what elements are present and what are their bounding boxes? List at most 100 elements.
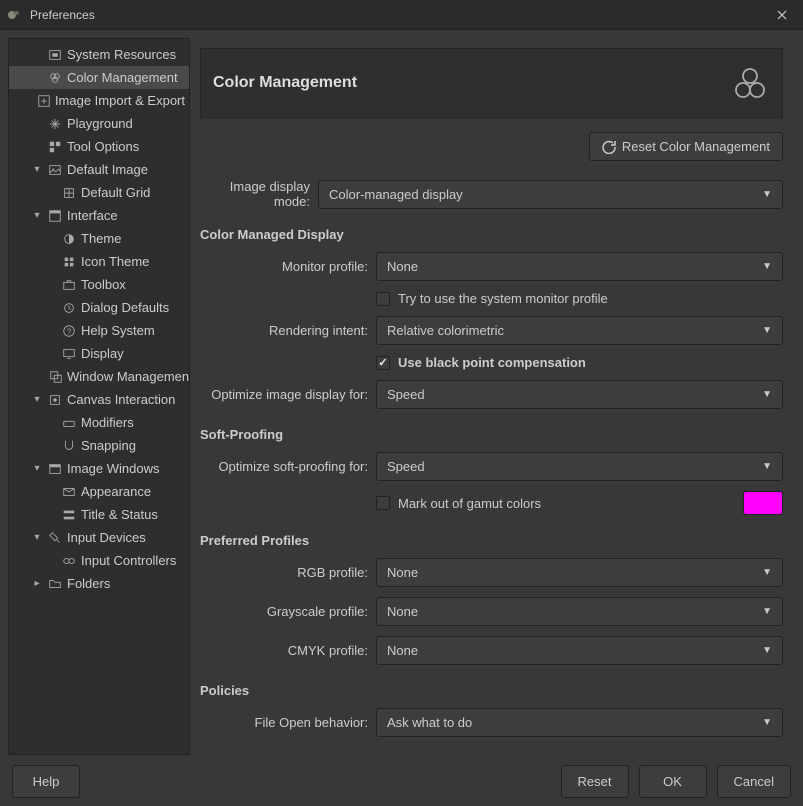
page-title: Color Management — [213, 74, 730, 92]
sidebar-item-window-management[interactable]: Window Management — [9, 365, 189, 388]
input-devices-icon — [47, 530, 63, 546]
rendering-intent-select[interactable]: Relative colorimetric ▼ — [376, 316, 783, 345]
sidebar-item-label: Display — [81, 346, 124, 361]
sidebar-item-label: Appearance — [81, 484, 151, 499]
optimize-display-value: Speed — [387, 387, 425, 402]
rgb-profile-value: None — [387, 565, 418, 580]
image-display-mode-select[interactable]: Color-managed display ▼ — [318, 180, 783, 209]
sidebar-item-icon-theme[interactable]: Icon Theme — [9, 250, 189, 273]
sidebar-item-label: Toolbox — [81, 277, 126, 292]
sidebar-item-help-system[interactable]: ? Help System — [9, 319, 189, 342]
rgb-profile-select[interactable]: None ▼ — [376, 558, 783, 587]
default-grid-icon — [61, 185, 77, 201]
sidebar-item-system-resources[interactable]: System Resources — [9, 43, 189, 66]
sidebar-item-label: Input Devices — [67, 530, 146, 545]
ok-button[interactable]: OK — [639, 765, 707, 798]
body-area: System ResourcesColor ManagementImage Im… — [0, 30, 803, 806]
sidebar-item-display[interactable]: Display — [9, 342, 189, 365]
reset-color-management-button[interactable]: Reset Color Management — [589, 132, 783, 161]
sidebar-item-dialog-defaults[interactable]: Dialog Defaults — [9, 296, 189, 319]
black-point-compensation-checkbox[interactable] — [376, 356, 390, 370]
optimize-soft-label: Optimize soft-proofing for: — [210, 459, 376, 474]
sidebar-item-image-import-export[interactable]: Image Import & Export — [9, 89, 189, 112]
expand-icon[interactable] — [31, 394, 43, 406]
sidebar-item-default-grid[interactable]: Default Grid — [9, 181, 189, 204]
gamut-color-swatch[interactable] — [743, 491, 783, 515]
sidebar-item-toolbox[interactable]: Toolbox — [9, 273, 189, 296]
sidebar-item-interface[interactable]: Interface — [9, 204, 189, 227]
sidebar-item-snapping[interactable]: Snapping — [9, 434, 189, 457]
sidebar-item-default-image[interactable]: Default Image — [9, 158, 189, 181]
mark-gamut-checkbox[interactable] — [376, 496, 390, 510]
sidebar-item-label: Help System — [81, 323, 155, 338]
sidebar-item-label: Default Grid — [81, 185, 150, 200]
display-icon — [61, 346, 77, 362]
app-icon — [6, 7, 22, 23]
black-point-compensation-label: Use black point compensation — [398, 355, 586, 370]
image-display-mode-value: Color-managed display — [329, 187, 463, 202]
sidebar-item-image-windows[interactable]: Image Windows — [9, 457, 189, 480]
file-open-behavior-label: File Open behavior: — [210, 715, 376, 730]
refresh-icon — [602, 140, 616, 154]
sidebar-item-color-management[interactable]: Color Management — [9, 66, 189, 89]
cmyk-profile-value: None — [387, 643, 418, 658]
chevron-down-icon: ▼ — [762, 389, 772, 400]
file-open-behavior-select[interactable]: Ask what to do ▼ — [376, 708, 783, 737]
sidebar-item-canvas-interaction[interactable]: Canvas Interaction — [9, 388, 189, 411]
sidebar-item-folders[interactable]: Folders — [9, 572, 189, 595]
dialog-defaults-icon — [61, 300, 77, 316]
sidebar-item-theme[interactable]: Theme — [9, 227, 189, 250]
monitor-profile-label: Monitor profile: — [210, 259, 376, 274]
color-management-header-icon — [730, 63, 770, 103]
sidebar-item-label: Default Image — [67, 162, 148, 177]
toolbox-icon — [61, 277, 77, 293]
grayscale-profile-value: None — [387, 604, 418, 619]
cmyk-profile-select[interactable]: None ▼ — [376, 636, 783, 665]
titlebar: Preferences — [0, 0, 803, 30]
sidebar-item-playground[interactable]: Playground — [9, 112, 189, 135]
chevron-down-icon: ▼ — [762, 645, 772, 656]
help-button[interactable]: Help — [12, 765, 80, 798]
svg-text:?: ? — [67, 327, 72, 336]
preferences-tree[interactable]: System Resources Color ManagementImage Im… — [8, 38, 190, 755]
modifiers-icon — [61, 415, 77, 431]
sidebar-item-label: Icon Theme — [81, 254, 149, 269]
section-heading-soft-proofing: Soft-Proofing — [200, 427, 783, 442]
rendering-intent-value: Relative colorimetric — [387, 323, 504, 338]
sidebar-item-input-devices[interactable]: Input Devices — [9, 526, 189, 549]
sidebar-item-tool-options[interactable]: Tool Options — [9, 135, 189, 158]
sidebar-item-title-status[interactable]: Title & Status — [9, 503, 189, 526]
tool-options-icon — [47, 139, 63, 155]
section-heading-color-managed-display: Color Managed Display — [200, 227, 783, 242]
grayscale-profile-select[interactable]: None ▼ — [376, 597, 783, 626]
try-system-monitor-checkbox[interactable] — [376, 292, 390, 306]
sidebar-item-label: Canvas Interaction — [67, 392, 175, 407]
snapping-icon — [61, 438, 77, 454]
chevron-down-icon: ▼ — [762, 189, 772, 200]
sidebar-item-label: System Resources — [67, 47, 176, 62]
file-open-behavior-value: Ask what to do — [387, 715, 472, 730]
cancel-button[interactable]: Cancel — [717, 765, 791, 798]
close-button[interactable] — [767, 1, 797, 29]
expand-icon[interactable] — [31, 210, 43, 222]
expand-icon[interactable] — [31, 463, 43, 475]
monitor-profile-select[interactable]: None ▼ — [376, 252, 783, 281]
expand-icon[interactable] — [31, 578, 43, 590]
optimize-soft-select[interactable]: Speed ▼ — [376, 452, 783, 481]
expand-icon[interactable] — [31, 164, 43, 176]
import-export-icon — [37, 93, 51, 109]
optimize-soft-value: Speed — [387, 459, 425, 474]
chevron-down-icon: ▼ — [762, 325, 772, 336]
reset-button[interactable]: Reset — [561, 765, 629, 798]
sidebar-item-modifiers[interactable]: Modifiers — [9, 411, 189, 434]
expand-icon[interactable] — [31, 532, 43, 544]
optimize-display-select[interactable]: Speed ▼ — [376, 380, 783, 409]
folders-icon — [47, 576, 63, 592]
sidebar-item-label: Title & Status — [81, 507, 158, 522]
sidebar-item-label: Modifiers — [81, 415, 134, 430]
sidebar-item-appearance[interactable]: Appearance — [9, 480, 189, 503]
reset-button-label: Reset — [578, 774, 612, 789]
playground-icon — [47, 116, 63, 132]
sidebar-item-input-controllers[interactable]: Input Controllers — [9, 549, 189, 572]
try-system-monitor-label: Try to use the system monitor profile — [398, 291, 608, 306]
